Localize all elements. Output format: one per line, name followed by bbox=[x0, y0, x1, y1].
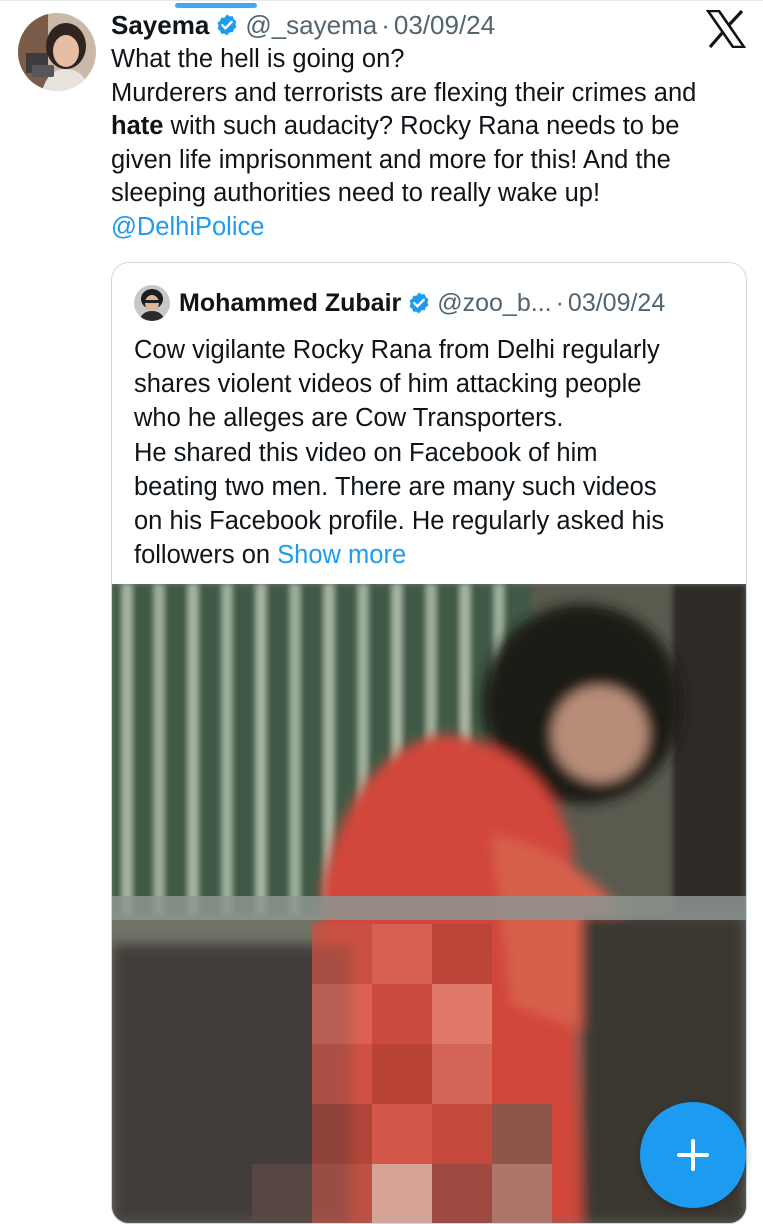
author-avatar[interactable] bbox=[18, 13, 96, 91]
author-handle[interactable]: @_sayema bbox=[245, 10, 377, 41]
tweet-line: given life imprisonment and more for thi… bbox=[111, 145, 671, 174]
tweet-line: What the hell is going on? bbox=[111, 45, 405, 73]
quoted-text: Cow vigilante Rocky Rana from Delhi regu… bbox=[134, 333, 734, 572]
quoted-line: followers on bbox=[134, 541, 271, 570]
quoted-line: Cow vigilante Rocky Rana from Delhi regu… bbox=[134, 336, 660, 364]
quoted-date[interactable]: 03/09/24 bbox=[568, 289, 665, 318]
author-name[interactable]: Sayema bbox=[111, 10, 209, 41]
show-more-link[interactable]: Show more bbox=[277, 541, 406, 569]
mention-link[interactable]: @DelhiPolice bbox=[111, 213, 264, 241]
quoted-author-name[interactable]: Mohammed Zubair bbox=[179, 289, 401, 318]
tweet-line: hate with such audacity? Rocky Rana need… bbox=[111, 110, 751, 144]
quoted-separator: · bbox=[555, 288, 564, 317]
quoted-tweet[interactable]: Mohammed Zubair @zoo_b... · 03/09/24 Cow… bbox=[111, 262, 747, 1224]
tweet-line: sleeping authorities need to really wake… bbox=[111, 179, 601, 207]
quoted-line: He shared this video on Facebook of him bbox=[134, 438, 598, 467]
quoted-line: beating two men. There are many such vid… bbox=[134, 472, 657, 501]
quoted-header: Mohammed Zubair @zoo_b... · 03/09/24 bbox=[179, 285, 665, 321]
tweet-line: Murderers and terrorists are flexing the… bbox=[111, 78, 697, 107]
tweet-line-rest: with such audacity? Rocky Rana needs to … bbox=[170, 112, 680, 140]
bold-word: hate bbox=[111, 112, 164, 140]
tweet-date[interactable]: 03/09/24 bbox=[394, 10, 495, 41]
tweet-header: Sayema @_sayema · 03/09/24 bbox=[111, 8, 495, 42]
plus-icon bbox=[677, 1139, 709, 1171]
verified-badge-icon bbox=[215, 13, 239, 37]
quoted-line: who he alleges are Cow Transporters. bbox=[134, 404, 564, 433]
quoted-author-avatar[interactable] bbox=[134, 285, 170, 321]
quoted-line: shares violent videos of him attacking p… bbox=[134, 370, 642, 399]
top-divider bbox=[0, 0, 763, 1]
quoted-author-handle[interactable]: @zoo_b... bbox=[437, 289, 551, 318]
quoted-line: on his Facebook profile. He regularly as… bbox=[134, 507, 665, 536]
verified-badge-icon bbox=[407, 291, 431, 315]
compose-button[interactable] bbox=[640, 1102, 746, 1208]
tweet-text: What the hell is going on? Murderers and… bbox=[111, 43, 751, 244]
header-separator: · bbox=[381, 9, 390, 40]
